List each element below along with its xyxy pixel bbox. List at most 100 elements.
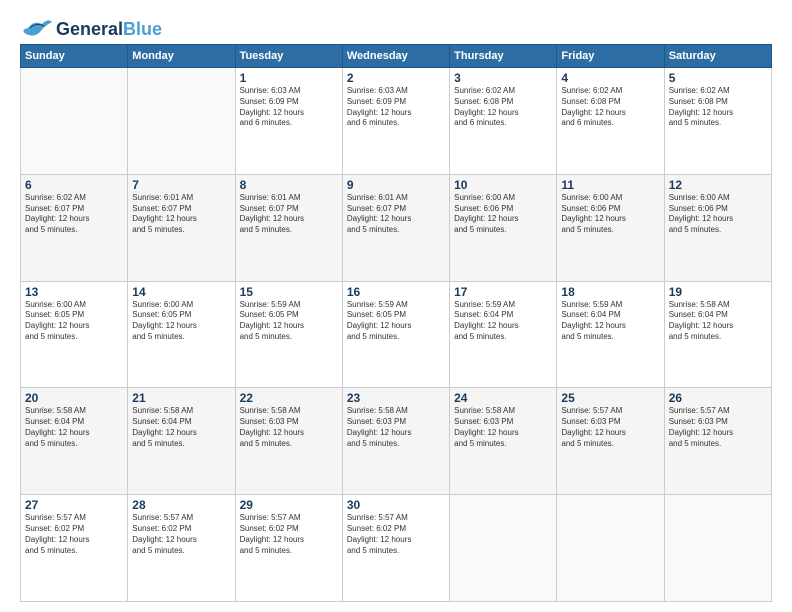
day-info: Sunrise: 5:58 AM Sunset: 6:04 PM Dayligh… <box>25 406 123 449</box>
day-info: Sunrise: 6:01 AM Sunset: 6:07 PM Dayligh… <box>347 193 445 236</box>
calendar-cell: 30Sunrise: 5:57 AM Sunset: 6:02 PM Dayli… <box>342 495 449 602</box>
day-info: Sunrise: 5:57 AM Sunset: 6:02 PM Dayligh… <box>347 513 445 556</box>
calendar-cell: 29Sunrise: 5:57 AM Sunset: 6:02 PM Dayli… <box>235 495 342 602</box>
calendar-cell <box>128 68 235 175</box>
day-number: 5 <box>669 71 767 85</box>
calendar-cell: 8Sunrise: 6:01 AM Sunset: 6:07 PM Daylig… <box>235 174 342 281</box>
calendar-cell: 27Sunrise: 5:57 AM Sunset: 6:02 PM Dayli… <box>21 495 128 602</box>
day-number: 16 <box>347 285 445 299</box>
day-header-tuesday: Tuesday <box>235 45 342 68</box>
day-header-sunday: Sunday <box>21 45 128 68</box>
day-header-wednesday: Wednesday <box>342 45 449 68</box>
day-info: Sunrise: 5:58 AM Sunset: 6:03 PM Dayligh… <box>347 406 445 449</box>
day-number: 11 <box>561 178 659 192</box>
calendar-cell <box>664 495 771 602</box>
calendar-cell: 9Sunrise: 6:01 AM Sunset: 6:07 PM Daylig… <box>342 174 449 281</box>
calendar-cell: 7Sunrise: 6:01 AM Sunset: 6:07 PM Daylig… <box>128 174 235 281</box>
day-number: 25 <box>561 391 659 405</box>
calendar-week-3: 20Sunrise: 5:58 AM Sunset: 6:04 PM Dayli… <box>21 388 772 495</box>
day-info: Sunrise: 6:03 AM Sunset: 6:09 PM Dayligh… <box>347 86 445 129</box>
calendar-cell: 18Sunrise: 5:59 AM Sunset: 6:04 PM Dayli… <box>557 281 664 388</box>
calendar-week-1: 6Sunrise: 6:02 AM Sunset: 6:07 PM Daylig… <box>21 174 772 281</box>
day-number: 2 <box>347 71 445 85</box>
day-info: Sunrise: 5:59 AM Sunset: 6:05 PM Dayligh… <box>347 300 445 343</box>
calendar-cell: 2Sunrise: 6:03 AM Sunset: 6:09 PM Daylig… <box>342 68 449 175</box>
calendar-cell: 16Sunrise: 5:59 AM Sunset: 6:05 PM Dayli… <box>342 281 449 388</box>
day-number: 7 <box>132 178 230 192</box>
day-info: Sunrise: 5:59 AM Sunset: 6:04 PM Dayligh… <box>454 300 552 343</box>
day-number: 4 <box>561 71 659 85</box>
day-info: Sunrise: 6:01 AM Sunset: 6:07 PM Dayligh… <box>240 193 338 236</box>
calendar-cell: 4Sunrise: 6:02 AM Sunset: 6:08 PM Daylig… <box>557 68 664 175</box>
calendar-cell: 10Sunrise: 6:00 AM Sunset: 6:06 PM Dayli… <box>450 174 557 281</box>
day-info: Sunrise: 6:00 AM Sunset: 6:05 PM Dayligh… <box>132 300 230 343</box>
day-info: Sunrise: 6:02 AM Sunset: 6:07 PM Dayligh… <box>25 193 123 236</box>
calendar-header-row: SundayMondayTuesdayWednesdayThursdayFrid… <box>21 45 772 68</box>
calendar-cell <box>557 495 664 602</box>
calendar-cell: 5Sunrise: 6:02 AM Sunset: 6:08 PM Daylig… <box>664 68 771 175</box>
day-number: 21 <box>132 391 230 405</box>
calendar-cell: 23Sunrise: 5:58 AM Sunset: 6:03 PM Dayli… <box>342 388 449 495</box>
calendar-cell: 22Sunrise: 5:58 AM Sunset: 6:03 PM Dayli… <box>235 388 342 495</box>
calendar-week-0: 1Sunrise: 6:03 AM Sunset: 6:09 PM Daylig… <box>21 68 772 175</box>
calendar-cell: 1Sunrise: 6:03 AM Sunset: 6:09 PM Daylig… <box>235 68 342 175</box>
calendar-week-4: 27Sunrise: 5:57 AM Sunset: 6:02 PM Dayli… <box>21 495 772 602</box>
day-info: Sunrise: 5:59 AM Sunset: 6:05 PM Dayligh… <box>240 300 338 343</box>
calendar-cell: 20Sunrise: 5:58 AM Sunset: 6:04 PM Dayli… <box>21 388 128 495</box>
day-number: 17 <box>454 285 552 299</box>
day-header-monday: Monday <box>128 45 235 68</box>
day-header-friday: Friday <box>557 45 664 68</box>
day-number: 8 <box>240 178 338 192</box>
day-info: Sunrise: 5:57 AM Sunset: 6:02 PM Dayligh… <box>25 513 123 556</box>
logo: GeneralBlue <box>20 18 162 40</box>
day-number: 24 <box>454 391 552 405</box>
day-number: 27 <box>25 498 123 512</box>
day-info: Sunrise: 6:00 AM Sunset: 6:06 PM Dayligh… <box>561 193 659 236</box>
calendar-cell <box>21 68 128 175</box>
day-number: 3 <box>454 71 552 85</box>
calendar: SundayMondayTuesdayWednesdayThursdayFrid… <box>20 44 772 602</box>
day-info: Sunrise: 6:00 AM Sunset: 6:06 PM Dayligh… <box>669 193 767 236</box>
calendar-cell: 13Sunrise: 6:00 AM Sunset: 6:05 PM Dayli… <box>21 281 128 388</box>
calendar-cell: 3Sunrise: 6:02 AM Sunset: 6:08 PM Daylig… <box>450 68 557 175</box>
day-number: 13 <box>25 285 123 299</box>
calendar-cell: 28Sunrise: 5:57 AM Sunset: 6:02 PM Dayli… <box>128 495 235 602</box>
calendar-cell <box>450 495 557 602</box>
calendar-cell: 26Sunrise: 5:57 AM Sunset: 6:03 PM Dayli… <box>664 388 771 495</box>
day-number: 19 <box>669 285 767 299</box>
day-number: 28 <box>132 498 230 512</box>
day-info: Sunrise: 5:58 AM Sunset: 6:03 PM Dayligh… <box>454 406 552 449</box>
logo-icon <box>20 18 52 40</box>
page: GeneralBlue SundayMondayTuesdayWednesday… <box>0 0 792 612</box>
calendar-cell: 19Sunrise: 5:58 AM Sunset: 6:04 PM Dayli… <box>664 281 771 388</box>
day-info: Sunrise: 6:00 AM Sunset: 6:06 PM Dayligh… <box>454 193 552 236</box>
calendar-cell: 21Sunrise: 5:58 AM Sunset: 6:04 PM Dayli… <box>128 388 235 495</box>
day-header-thursday: Thursday <box>450 45 557 68</box>
day-info: Sunrise: 5:57 AM Sunset: 6:03 PM Dayligh… <box>669 406 767 449</box>
day-info: Sunrise: 5:57 AM Sunset: 6:02 PM Dayligh… <box>132 513 230 556</box>
day-number: 18 <box>561 285 659 299</box>
day-info: Sunrise: 6:03 AM Sunset: 6:09 PM Dayligh… <box>240 86 338 129</box>
day-number: 26 <box>669 391 767 405</box>
calendar-cell: 17Sunrise: 5:59 AM Sunset: 6:04 PM Dayli… <box>450 281 557 388</box>
calendar-week-2: 13 Sunrise: 6:00 AM Sunset: 6:05 PM Dayli… <box>21 281 772 388</box>
day-number: 20 <box>25 391 123 405</box>
day-number: 9 <box>347 178 445 192</box>
calendar-cell: 12Sunrise: 6:00 AM Sunset: 6:06 PM Dayli… <box>664 174 771 281</box>
day-number: 23 <box>347 391 445 405</box>
day-number: 6 <box>25 178 123 192</box>
day-info: Sunrise: 6:02 AM Sunset: 6:08 PM Dayligh… <box>669 86 767 129</box>
day-info: Sunrise: 6:02 AM Sunset: 6:08 PM Dayligh… <box>454 86 552 129</box>
day-number: 12 <box>669 178 767 192</box>
day-number: 10 <box>454 178 552 192</box>
day-info: Sunrise: 5:59 AM Sunset: 6:04 PM Dayligh… <box>561 300 659 343</box>
calendar-cell: 14Sunrise: 6:00 AM Sunset: 6:05 PM Dayli… <box>128 281 235 388</box>
header: GeneralBlue <box>20 18 772 40</box>
calendar-cell: 24Sunrise: 5:58 AM Sunset: 6:03 PM Dayli… <box>450 388 557 495</box>
day-info: Sunrise: 6:01 AM Sunset: 6:07 PM Dayligh… <box>132 193 230 236</box>
day-number: 29 <box>240 498 338 512</box>
day-header-saturday: Saturday <box>664 45 771 68</box>
calendar-cell: 11Sunrise: 6:00 AM Sunset: 6:06 PM Dayli… <box>557 174 664 281</box>
day-number: 14 <box>132 285 230 299</box>
calendar-cell: 25Sunrise: 5:57 AM Sunset: 6:03 PM Dayli… <box>557 388 664 495</box>
